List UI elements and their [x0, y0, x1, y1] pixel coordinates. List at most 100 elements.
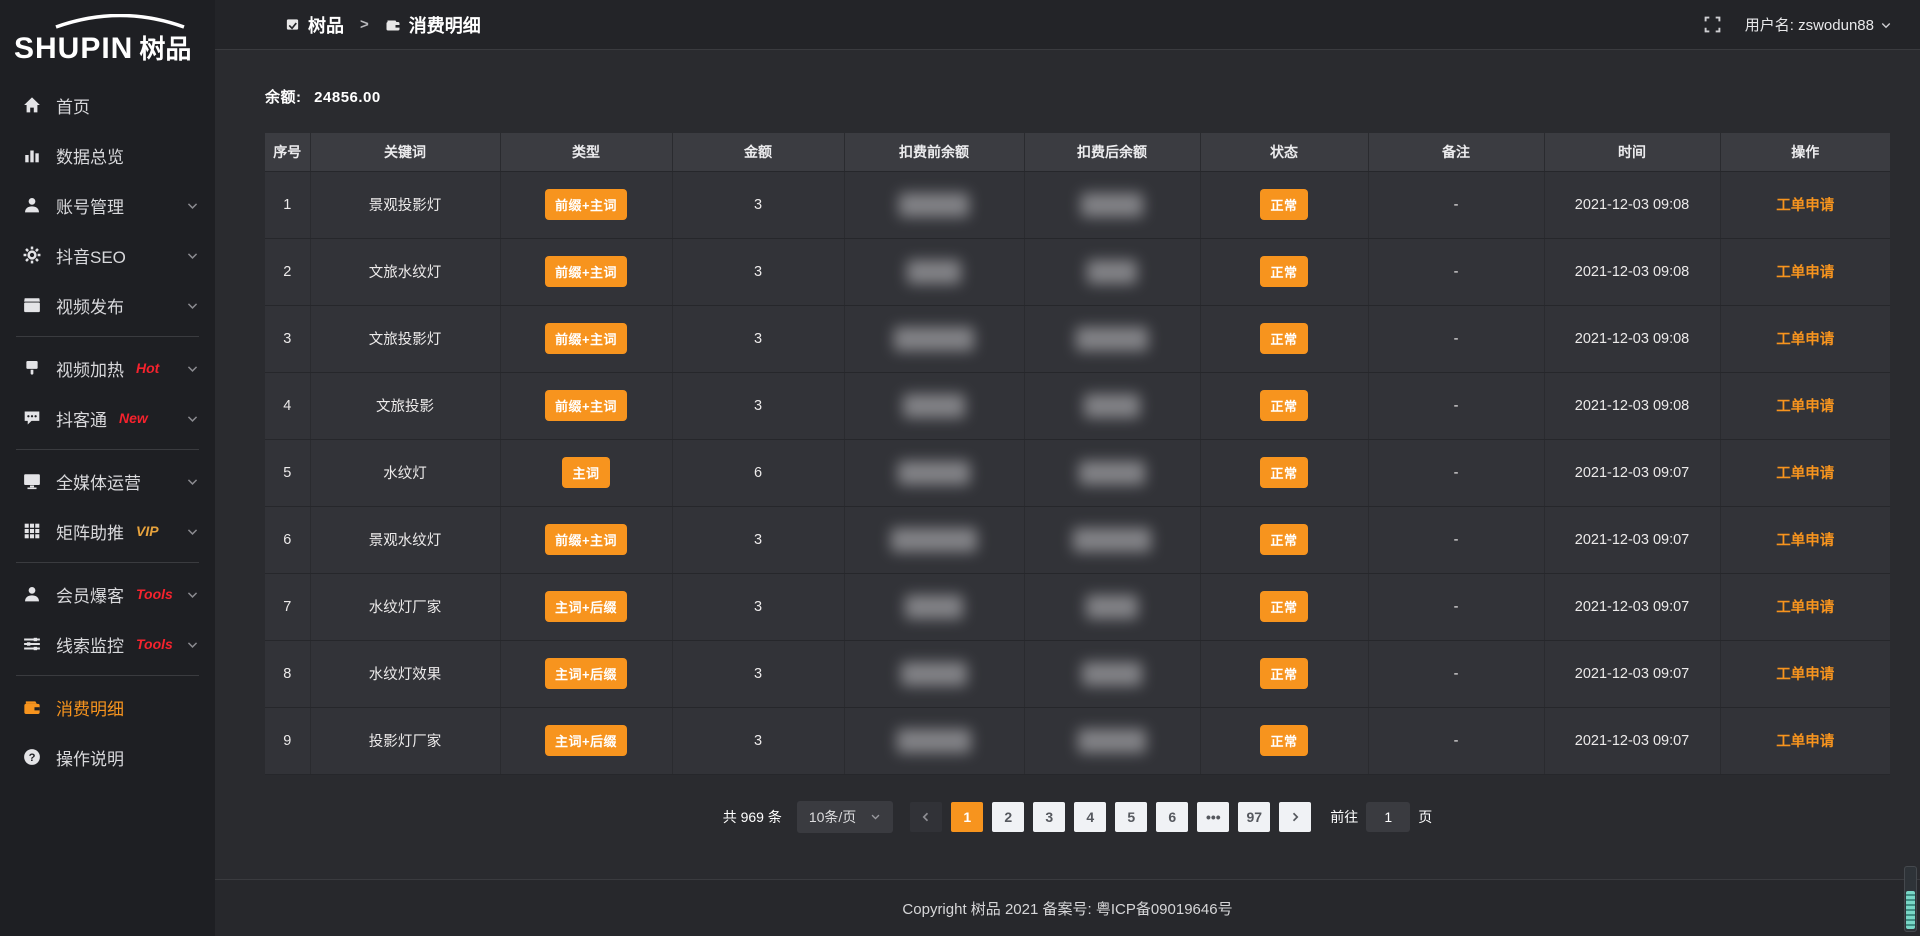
sidebar-item-member-baoke[interactable]: 会员爆客Tools: [0, 569, 215, 619]
page-button-4[interactable]: 4: [1074, 802, 1106, 832]
sidebar-item-label: 视频发布: [56, 293, 124, 318]
work-order-link[interactable]: 工单申请: [1776, 332, 1834, 348]
sidebar-divider: [16, 675, 199, 676]
type-badge: 主词: [562, 457, 609, 488]
column-header: 操作: [1720, 133, 1890, 171]
page-button-3[interactable]: 3: [1033, 802, 1065, 832]
status-badge: 正常: [1260, 256, 1307, 287]
sidebar-item-operation-guide[interactable]: ?操作说明: [0, 732, 215, 782]
fullscreen-icon[interactable]: [1704, 16, 1721, 33]
blurred-value: [1076, 327, 1148, 351]
cell-index: 7: [265, 573, 310, 640]
cell-remark: -: [1368, 707, 1544, 774]
cell-action: 工单申请: [1720, 372, 1890, 439]
page-size-select[interactable]: 10条/页: [797, 801, 893, 833]
type-badge: 前缀+主词: [545, 256, 627, 287]
scrollbar[interactable]: [1904, 866, 1917, 932]
brand-name-cn: 树品: [139, 29, 191, 66]
sidebar-item-clue-monitor[interactable]: 线索监控Tools: [0, 619, 215, 669]
sidebar-item-consumption-detail[interactable]: 消费明细: [0, 682, 215, 732]
sidebar-item-tag: Hot: [136, 360, 159, 376]
cell-balance-after: [1024, 439, 1200, 506]
page-button-2[interactable]: 2: [992, 802, 1024, 832]
blurred-value: [903, 394, 965, 418]
sidebar-item-label: 全媒体运营: [56, 469, 141, 494]
cell-balance-after: [1024, 573, 1200, 640]
page-button-97[interactable]: 97: [1238, 802, 1270, 832]
page-button-6[interactable]: 6: [1156, 802, 1188, 832]
column-header: 备注: [1368, 133, 1544, 171]
work-order-link[interactable]: 工单申请: [1776, 198, 1834, 214]
user-menu[interactable]: 用户名: zswodun88: [1745, 14, 1892, 35]
sidebar-item-label: 线索监控: [56, 632, 124, 657]
cell-amount: 3: [672, 238, 844, 305]
wallet-icon: [385, 17, 401, 33]
sidebar-item-label: 账号管理: [56, 193, 124, 218]
page-ellipsis-button[interactable]: •••: [1197, 802, 1229, 832]
sidebar-item-label: 消费明细: [56, 695, 124, 720]
sidebar-item-douyin-seo[interactable]: 抖音SEO: [0, 230, 215, 280]
cell-type: 前缀+主词: [500, 305, 672, 372]
breadcrumb-item[interactable]: 树品: [308, 12, 344, 38]
chevron-down-icon: [1880, 19, 1892, 31]
table-header-row: 序号关键词类型金额扣费前余额扣费后余额状态备注时间操作: [265, 133, 1890, 171]
cell-amount: 3: [672, 506, 844, 573]
cell-time: 2021-12-03 09:08: [1544, 305, 1720, 372]
cell-keyword: 文旅投影: [310, 372, 500, 439]
cell-index: 6: [265, 506, 310, 573]
cell-keyword: 水纹灯: [310, 439, 500, 506]
sidebar-item-video-publish[interactable]: 视频发布: [0, 280, 215, 330]
sidebar-item-media-operation[interactable]: 全媒体运营: [0, 456, 215, 506]
sliders-icon: [22, 634, 42, 654]
cell-time: 2021-12-03 09:08: [1544, 372, 1720, 439]
column-header: 序号: [265, 133, 310, 171]
blurred-value: [1081, 193, 1143, 217]
chevron-down-icon: [186, 199, 199, 212]
chevron-down-icon: [186, 299, 199, 312]
prev-page-button[interactable]: [910, 802, 942, 832]
status-badge: 正常: [1260, 457, 1307, 488]
work-order-link[interactable]: 工单申请: [1776, 600, 1834, 616]
type-badge: 前缀+主词: [545, 323, 627, 354]
page-button-5[interactable]: 5: [1115, 802, 1147, 832]
sidebar-item-video-heat[interactable]: 视频加热 Hot: [0, 343, 215, 393]
breadcrumb-separator: >: [360, 16, 369, 33]
cell-index: 1: [265, 171, 310, 238]
sidebar-item-label: 会员爆客: [56, 582, 124, 607]
cell-amount: 6: [672, 439, 844, 506]
user-icon: [22, 195, 42, 215]
cell-index: 5: [265, 439, 310, 506]
sidebar: SHUPIN 树品 首页数据总览账号管理抖音SEO视频发布视频加热Hot抖客通N…: [0, 0, 215, 936]
sidebar-divider: [16, 336, 199, 337]
cell-type: 前缀+主词: [500, 238, 672, 305]
blurred-value: [897, 729, 971, 753]
footer: Copyright 树品 2021 备案号: 粤ICP备09019646号: [215, 879, 1920, 936]
scrollbar-thumb[interactable]: [1906, 891, 1915, 929]
sidebar-item-home[interactable]: 首页: [0, 80, 215, 130]
cell-keyword: 投影灯厂家: [310, 707, 500, 774]
sidebar-item-douketong[interactable]: 抖客通New: [0, 393, 215, 443]
cell-time: 2021-12-03 09:07: [1544, 640, 1720, 707]
work-order-link[interactable]: 工单申请: [1776, 533, 1834, 549]
work-order-link[interactable]: 工单申请: [1776, 734, 1834, 750]
sidebar-item-matrix-boost[interactable]: 矩阵助推VIP: [0, 506, 215, 556]
cell-balance-after: [1024, 506, 1200, 573]
goto-page-input[interactable]: [1366, 802, 1410, 832]
status-badge: 正常: [1260, 189, 1307, 220]
sidebar-item-account-management[interactable]: 账号管理: [0, 180, 215, 230]
cell-time: 2021-12-03 09:07: [1544, 506, 1720, 573]
username: 用户名: zswodun88: [1745, 14, 1874, 35]
work-order-link[interactable]: 工单申请: [1776, 265, 1834, 281]
work-order-link[interactable]: 工单申请: [1776, 466, 1834, 482]
next-page-button[interactable]: [1279, 802, 1311, 832]
page-button-1[interactable]: 1: [951, 802, 983, 832]
work-order-link[interactable]: 工单申请: [1776, 399, 1834, 415]
status-badge: 正常: [1260, 658, 1307, 689]
work-order-link[interactable]: 工单申请: [1776, 667, 1834, 683]
sidebar-item-label: 视频加热: [56, 356, 124, 381]
table-row: 4文旅投影前缀+主词3正常-2021-12-03 09:08工单申请: [265, 372, 1890, 439]
blurred-value: [1073, 528, 1151, 552]
cell-remark: -: [1368, 171, 1544, 238]
chevron-right-icon: [1289, 811, 1301, 823]
sidebar-item-data-overview[interactable]: 数据总览: [0, 130, 215, 180]
